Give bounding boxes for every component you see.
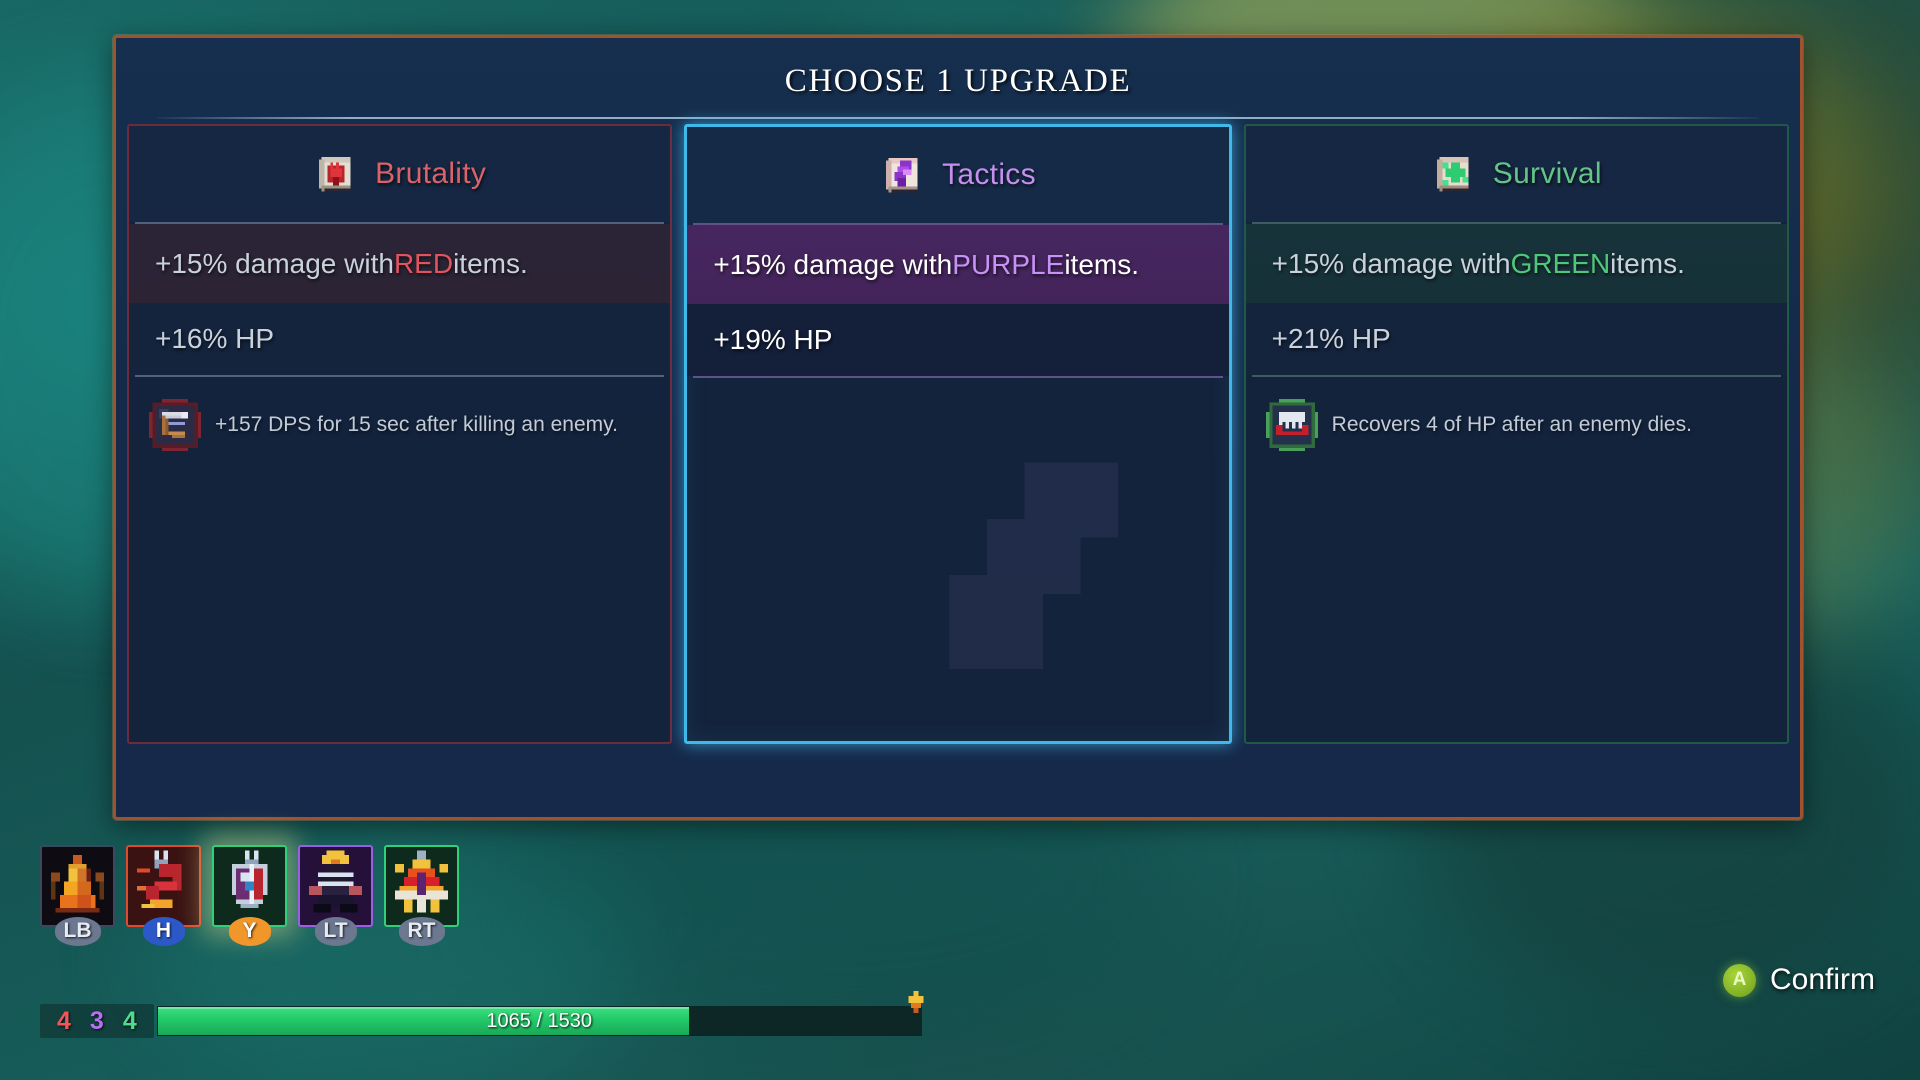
item-slot-flask[interactable]: LB — [40, 845, 115, 946]
material-count-red: 4 — [57, 1006, 71, 1035]
hp-stat-row: +16% HP — [129, 303, 671, 375]
materials-counter: 4 3 4 — [40, 1004, 154, 1038]
level-marker-icon — [906, 991, 926, 1013]
perk-row: +157 DPS for 15 sec after killing an ene… — [129, 393, 670, 457]
slot-button-label: H — [142, 917, 185, 946]
item-icon-flask — [40, 845, 115, 927]
slot-button-label: LT — [314, 917, 357, 946]
item-slot-snake[interactable]: H — [126, 845, 201, 946]
upgrade-card-list: Brutality +15% damage with RED items. +1… — [116, 119, 1800, 744]
item-icon-knight — [298, 845, 373, 927]
hud-item-slots: LB H Y LT RT — [40, 845, 459, 946]
card-title: Survival — [1492, 157, 1602, 190]
fanged-mouth-icon — [1265, 399, 1318, 451]
upgrade-card-survival[interactable]: Survival +15% damage with GREEN items. +… — [1243, 124, 1789, 744]
item-icon-snake — [126, 845, 201, 927]
card-header: Survival — [1245, 126, 1787, 222]
slot-button-label: RT — [398, 917, 445, 946]
damage-keyword: PURPLE — [952, 248, 1065, 280]
item-slot-flame[interactable]: RT — [384, 845, 459, 946]
perk-text: Recovers 4 of HP after an enemy dies. — [1331, 413, 1692, 436]
health-bar: 1065 / 1530 — [156, 991, 924, 1036]
hp-stat-row: +21% HP — [1245, 303, 1787, 375]
damage-stat-row: +15% damage with RED items. — [129, 224, 671, 303]
item-icon-flame — [384, 845, 459, 927]
material-count-purple: 3 — [89, 1006, 104, 1035]
health-bar-text: 1065 / 1530 — [486, 1009, 593, 1032]
card-title: Tactics — [942, 158, 1036, 191]
gamepad-a-button-icon: A — [1722, 963, 1756, 997]
scroll-cross-icon — [1431, 151, 1477, 197]
item-slot-knight[interactable]: LT — [298, 845, 373, 946]
card-watermark-lightning — [883, 425, 1203, 725]
confirm-label: Confirm — [1769, 963, 1875, 996]
damage-suffix: items. — [1064, 248, 1139, 280]
scroll-lightning-icon — [880, 152, 926, 198]
card-title: Brutality — [375, 157, 487, 190]
damage-keyword: RED — [393, 247, 454, 279]
damage-prefix: +15% damage with — [155, 247, 394, 279]
hud-status-bar: 4 3 4 1065 / 1530 — [40, 991, 924, 1038]
perk-area: +157 DPS for 15 sec after killing an ene… — [129, 377, 670, 742]
damage-stat-row: +15% damage with GREEN items. — [1245, 224, 1787, 303]
bow-icon — [149, 399, 201, 451]
item-icon-shield — [212, 845, 287, 927]
upgrade-card-tactics[interactable]: Tactics +15% damage with PURPLE items. +… — [684, 124, 1232, 744]
damage-suffix: items. — [453, 247, 528, 279]
material-count-green: 4 — [122, 1006, 137, 1035]
scroll-fist-icon — [313, 151, 359, 197]
upgrade-dialog: CHOOSE 1 UPGRADE Brutality +15% damage w… — [113, 35, 1803, 820]
damage-prefix: +15% damage with — [713, 248, 953, 280]
perk-area: Recovers 4 of HP after an enemy dies. — [1246, 377, 1787, 742]
perk-area — [687, 378, 1228, 741]
card-header: Brutality — [129, 126, 671, 222]
perk-row: Recovers 4 of HP after an enemy dies. — [1246, 393, 1787, 457]
damage-suffix: items. — [1610, 247, 1685, 279]
confirm-action[interactable]: A Confirm — [1722, 963, 1875, 997]
slot-button-label: LB — [54, 917, 101, 946]
item-slot-shield[interactable]: Y — [212, 845, 287, 946]
damage-stat-row: +15% damage with PURPLE items. — [687, 225, 1229, 304]
slot-button-label: Y — [228, 917, 271, 946]
hp-stat-row: +19% HP — [687, 304, 1229, 376]
damage-prefix: +15% damage with — [1271, 247, 1511, 279]
perk-text: +157 DPS for 15 sec after killing an ene… — [215, 413, 618, 436]
dialog-title: CHOOSE 1 UPGRADE — [784, 63, 1132, 99]
upgrade-card-brutality[interactable]: Brutality +15% damage with RED items. +1… — [127, 124, 673, 744]
card-header: Tactics — [687, 127, 1229, 223]
damage-keyword: GREEN — [1510, 247, 1611, 279]
